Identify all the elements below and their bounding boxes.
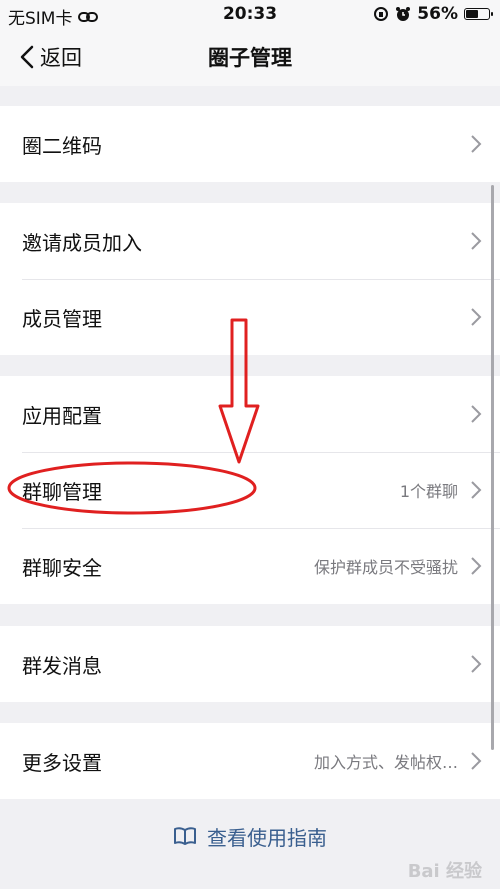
row-value: 1个群聊 <box>399 482 458 501</box>
row-label: 成员管理 <box>22 306 102 331</box>
annotation-oval <box>7 461 257 515</box>
row-label: 应用配置 <box>22 403 102 428</box>
status-right: 56% <box>373 4 493 24</box>
row-label: 群聊安全 <box>22 555 102 580</box>
chevron-right-icon <box>471 557 482 575</box>
row-label: 圈二维码 <box>22 133 102 158</box>
row-qr-code[interactable]: 圈二维码 <box>0 106 500 182</box>
row-value: 加入方式、发帖权… <box>313 753 458 772</box>
chevron-right-icon <box>471 232 482 250</box>
chevron-right-icon <box>471 752 482 770</box>
section-qrcode: 圈二维码 <box>0 106 500 182</box>
page-title: 圈子管理 <box>208 46 292 70</box>
row-group-chat-security[interactable]: 群聊安全 保护群成员不受骚扰 <box>0 528 500 604</box>
section-broadcast: 群发消息 <box>0 626 500 702</box>
row-more-settings[interactable]: 更多设置 加入方式、发帖权… <box>0 723 500 799</box>
usage-guide-link[interactable]: 查看使用指南 <box>0 818 500 854</box>
battery-level <box>466 10 478 18</box>
row-value: 保护群成员不受骚扰 <box>313 558 458 577</box>
nav-bar: 返回 圈子管理 <box>0 30 500 86</box>
chevron-right-icon <box>471 405 482 423</box>
row-broadcast-message[interactable]: 群发消息 <box>0 626 500 702</box>
guide-label: 查看使用指南 <box>207 825 327 850</box>
chevron-right-icon <box>471 135 482 153</box>
chevron-right-icon <box>471 308 482 326</box>
row-label: 群发消息 <box>22 653 102 678</box>
row-label: 更多设置 <box>22 750 102 775</box>
annotation-arrow <box>218 318 260 464</box>
scrollbar[interactable] <box>491 185 494 750</box>
rotation-lock-icon <box>374 7 389 21</box>
row-label: 邀请成员加入 <box>22 230 142 255</box>
chevron-right-icon <box>471 655 482 673</box>
chevron-right-icon <box>471 481 482 499</box>
status-bar: 无SIM卡 20:33 56% <box>0 0 500 30</box>
battery-percent: 56% <box>417 4 458 24</box>
watermark: Bai 经验 <box>407 861 482 882</box>
row-invite-members[interactable]: 邀请成员加入 <box>0 203 500 279</box>
book-icon <box>174 827 196 845</box>
alarm-icon <box>396 7 411 21</box>
section-more: 更多设置 加入方式、发帖权… <box>0 723 500 799</box>
battery-icon <box>464 8 493 20</box>
